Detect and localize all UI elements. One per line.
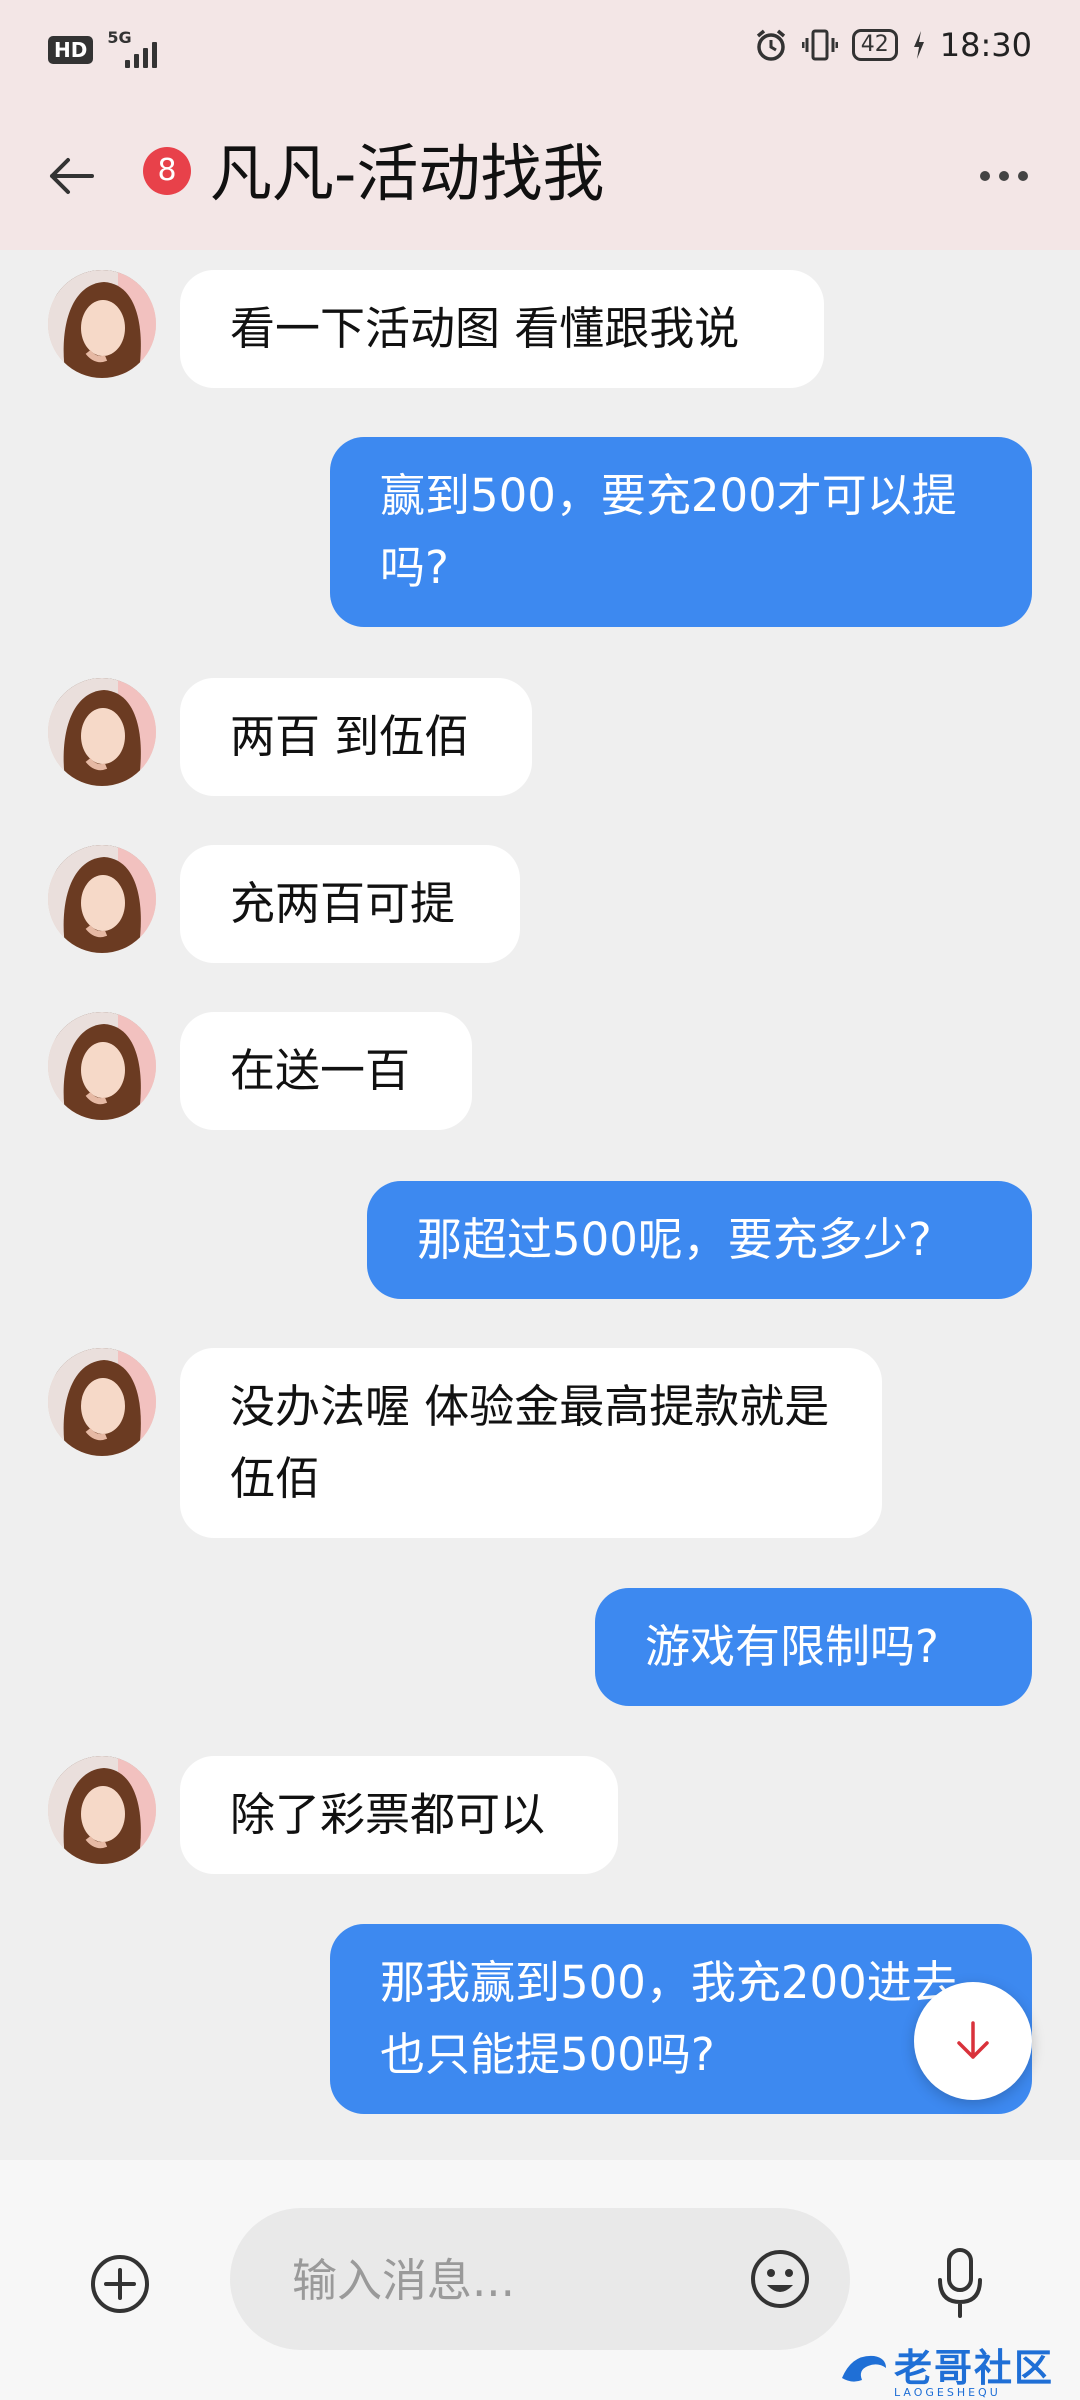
scroll-to-bottom-button[interactable]	[914, 1982, 1032, 2100]
battery-icon: 42	[851, 29, 898, 61]
avatar-portrait-icon	[48, 270, 156, 378]
contact-avatar[interactable]	[48, 845, 156, 953]
contact-avatar[interactable]	[48, 1348, 156, 1456]
back-button[interactable]	[36, 140, 108, 212]
chat-header: 8 凡凡-活动找我	[0, 100, 1080, 250]
more-dots-icon	[980, 171, 990, 181]
incoming-message-bubble[interactable]: 看一下活动图 看懂跟我说	[180, 270, 824, 388]
contact-avatar[interactable]	[48, 1012, 156, 1120]
message-list[interactable]: 看一下活动图 看懂跟我说 赢到500，要充200才可以提吗? 两百 到伍佰 充两…	[0, 250, 1080, 2160]
status-bar: HD 5G 42 18:30	[0, 0, 1080, 100]
arrow-down-icon	[957, 2021, 989, 2059]
avatar-portrait-icon	[48, 1756, 156, 1864]
incoming-message-bubble[interactable]: 除了彩票都可以	[180, 1756, 618, 1874]
clock-time: 18:30	[939, 26, 1032, 64]
signal-icon: 5G	[107, 28, 169, 70]
unread-count-badge: 8	[143, 147, 191, 195]
vibrate-icon	[801, 29, 838, 61]
hd-icon: HD	[48, 36, 94, 64]
outgoing-message-bubble[interactable]: 游戏有限制吗?	[595, 1588, 1032, 1706]
back-arrow-icon	[50, 158, 94, 194]
emoji-icon	[751, 2250, 809, 2308]
add-circle-icon	[91, 2255, 149, 2313]
voice-input-button[interactable]	[930, 2244, 990, 2324]
watermark-logo: 老哥社区 LAOGESHEQU	[838, 2346, 1055, 2399]
watermark-text: 老哥社区	[894, 2346, 1055, 2390]
emoji-button[interactable]	[748, 2247, 812, 2311]
alarm-icon	[756, 29, 785, 61]
message-input[interactable]	[290, 2208, 714, 2352]
contact-avatar[interactable]	[48, 1756, 156, 1864]
more-options-button[interactable]	[964, 148, 1044, 204]
dragon-logo-icon	[842, 2355, 886, 2382]
avatar-portrait-icon	[48, 845, 156, 953]
message-input-field[interactable]	[230, 2208, 850, 2352]
watermark-subtext: LAOGESHEQU	[894, 2386, 1001, 2399]
incoming-message-bubble[interactable]: 充两百可提	[180, 845, 520, 963]
microphone-icon	[938, 2248, 982, 2318]
avatar-portrait-icon	[48, 1012, 156, 1120]
avatar-portrait-icon	[48, 678, 156, 786]
add-attachment-button[interactable]	[88, 2252, 152, 2316]
charging-icon	[913, 31, 924, 59]
avatar-portrait-icon	[48, 1348, 156, 1456]
chat-screen: HD 5G 42 18:30 8 凡凡-活动找我 看一下活动图 看懂跟我说 赢到…	[0, 0, 1080, 2400]
chat-title: 凡凡-活动找我	[210, 137, 605, 210]
incoming-message-bubble[interactable]: 在送一百	[180, 1012, 472, 1130]
outgoing-message-bubble[interactable]: 赢到500，要充200才可以提吗?	[330, 437, 1032, 627]
incoming-message-bubble[interactable]: 没办法喔 体验金最高提款就是伍佰	[180, 1348, 882, 1538]
status-left: HD 5G	[48, 28, 169, 70]
outgoing-message-bubble[interactable]: 那超过500呢，要充多少?	[367, 1181, 1032, 1299]
contact-avatar[interactable]	[48, 678, 156, 786]
contact-avatar[interactable]	[48, 270, 156, 378]
incoming-message-bubble[interactable]: 两百 到伍佰	[180, 678, 532, 796]
status-right: 42 18:30	[754, 26, 1032, 64]
